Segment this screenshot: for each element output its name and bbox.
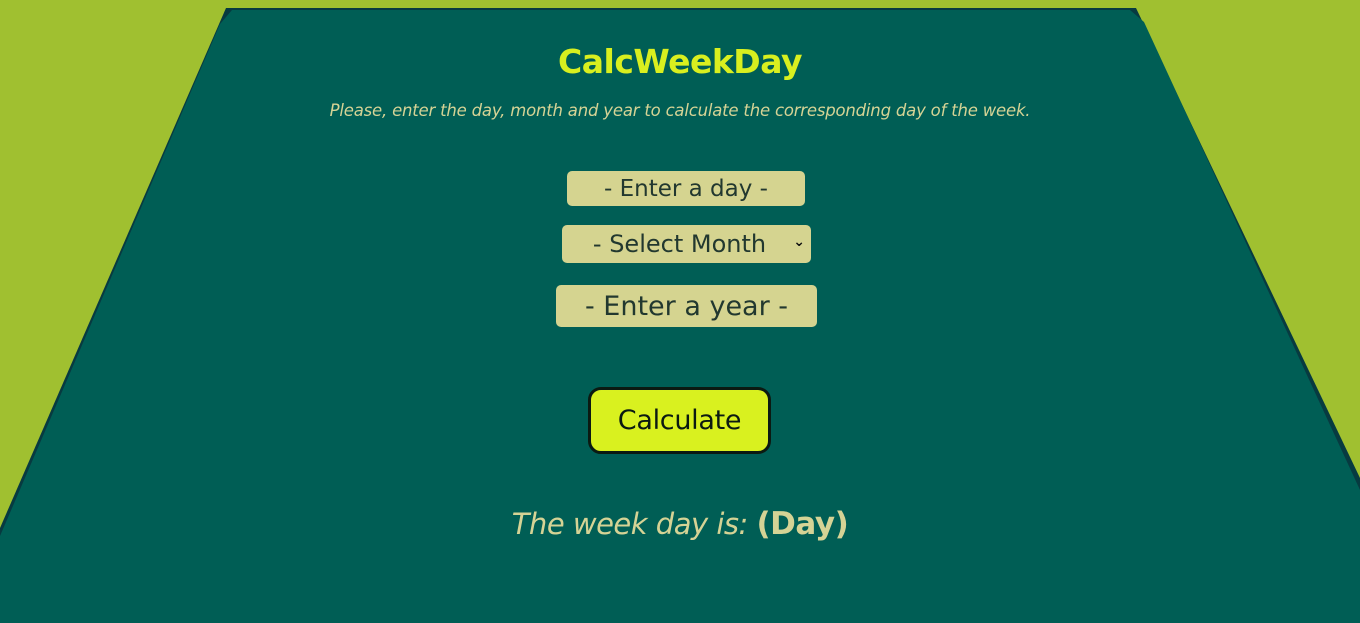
instructions-text-content: Please, enter the day, month and year to…	[329, 101, 1031, 120]
page: CalcWeekDay Please, enter the day, month…	[0, 0, 1360, 623]
result-label: The week day is:	[511, 507, 749, 541]
page-title: CalcWeekDay	[558, 42, 802, 81]
result-value: (Day)	[756, 506, 849, 542]
content: CalcWeekDay Please, enter the day, month…	[0, 0, 1360, 623]
month-select-value: - Select Month	[592, 230, 767, 258]
chevron-down-icon: ⌄	[793, 234, 805, 250]
month-select[interactable]: - Select Month ⌄	[562, 225, 811, 263]
day-input[interactable]	[567, 171, 805, 206]
instructions-text: Please, enter the day, month and year to…	[0, 99, 1360, 123]
year-input[interactable]	[556, 285, 817, 327]
result-line: The week day is: (Day)	[0, 502, 1360, 546]
calculate-button[interactable]: Calculate	[588, 387, 771, 454]
